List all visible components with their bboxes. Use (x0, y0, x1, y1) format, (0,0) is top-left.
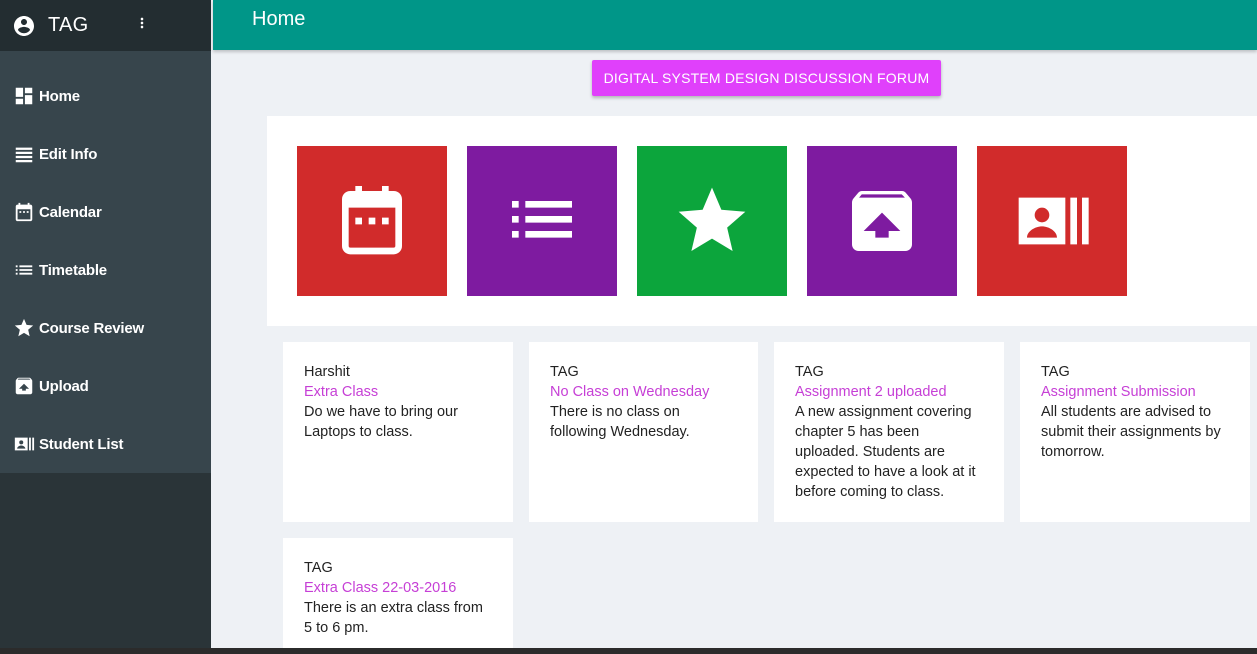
timetable-tile[interactable] (467, 146, 617, 296)
calendar-tile[interactable] (297, 146, 447, 296)
post-body: There is no class on following Wednesday… (550, 404, 690, 440)
post-card[interactable]: TAG Assignment Submission All students a… (1020, 342, 1250, 522)
list-icon (512, 201, 572, 238)
post-card[interactable]: TAG Assignment 2 uploaded A new assignme… (774, 342, 1004, 522)
sidebar-header: TAG (0, 0, 211, 51)
sidebar-item-label: Timetable (39, 261, 107, 279)
post-body: All students are advised to submit their… (1041, 404, 1221, 460)
sidebar-item-label: Calendar (39, 203, 102, 221)
account-circle-icon[interactable] (12, 14, 36, 38)
star-icon (14, 318, 34, 337)
post-author: TAG (304, 560, 333, 576)
timetable-icon (15, 265, 33, 275)
upload-tile[interactable] (807, 146, 957, 296)
upload-icon (15, 377, 33, 395)
discussion-forum-button[interactable]: DIGITAL SYSTEM DESIGN DISCUSSION FORUM (592, 60, 941, 96)
post-subject[interactable]: Assignment Submission (1041, 382, 1230, 402)
page-title: Home (252, 8, 306, 30)
upload-icon (852, 191, 912, 251)
star-icon (678, 187, 746, 251)
post-subject[interactable]: Assignment 2 uploaded (795, 382, 984, 402)
sidebar-item-student-list[interactable]: Student List (0, 415, 211, 473)
contacts-icon (14, 437, 35, 451)
sidebar-item-timetable[interactable]: Timetable (0, 241, 211, 299)
post-body: There is an extra class from 5 to 6 pm. (304, 600, 483, 636)
more-vert-icon[interactable] (134, 10, 150, 36)
sidebar-item-home[interactable]: Home (0, 67, 211, 125)
sidebar-item-upload[interactable]: Upload (0, 357, 211, 415)
calendar-icon (342, 186, 402, 255)
calendar-icon (15, 202, 33, 222)
post-subject[interactable]: Extra Class (304, 382, 493, 402)
sidebar-item-edit-info[interactable]: Edit Info (0, 125, 211, 183)
post-body: A new assignment covering chapter 5 has … (795, 404, 976, 500)
post-body: Do we have to bring our Laptops to class… (304, 404, 458, 440)
bottom-edge (0, 648, 1257, 654)
course-review-tile[interactable] (637, 146, 787, 296)
sidebar-item-label: Course Review (39, 319, 144, 337)
post-author: TAG (1041, 364, 1070, 380)
sidebar-item-label: Edit Info (39, 145, 98, 163)
student-list-tile[interactable] (977, 146, 1127, 296)
post-author: TAG (795, 364, 824, 380)
top-app-bar: Home (213, 0, 1257, 50)
sidebar: TAG Home Edit Info Calendar Timetable Co… (0, 0, 211, 654)
sidebar-footer-area (0, 473, 211, 654)
app-title: TAG (48, 14, 89, 36)
post-author: Harshit (304, 364, 350, 380)
post-subject[interactable]: Extra Class 22-03-2016 (304, 578, 493, 598)
sidebar-nav: Home Edit Info Calendar Timetable Course… (0, 51, 211, 473)
sidebar-item-label: Student List (39, 435, 124, 453)
post-subject[interactable]: No Class on Wednesday (550, 382, 738, 402)
sidebar-item-calendar[interactable]: Calendar (0, 183, 211, 241)
post-author: TAG (550, 364, 579, 380)
sidebar-item-label: Home (39, 87, 80, 105)
post-card[interactable]: TAG No Class on Wednesday There is no cl… (529, 342, 758, 522)
sidebar-item-course-review[interactable]: Course Review (0, 299, 211, 357)
dashboard-icon (15, 87, 33, 105)
quick-links-panel (267, 116, 1257, 326)
post-card[interactable]: Harshit Extra Class Do we have to bring … (283, 342, 513, 522)
contacts-icon (1018, 197, 1089, 245)
list-icon (15, 147, 33, 163)
post-card[interactable]: TAG Extra Class 22-03-2016 There is an e… (283, 538, 513, 654)
sidebar-item-label: Upload (39, 377, 89, 395)
